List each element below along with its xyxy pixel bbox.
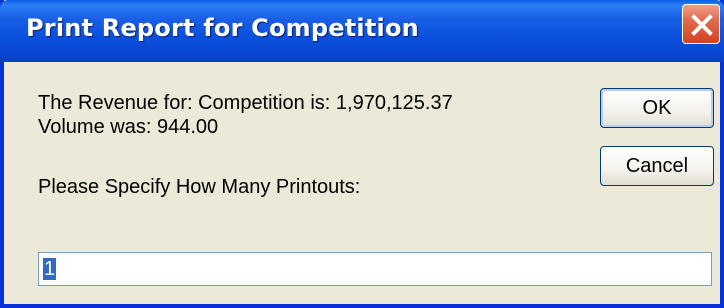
print-report-dialog: Print Report for Competition The Revenue… — [0, 0, 724, 308]
revenue-text: The Revenue for: Competition is: 1,970,1… — [38, 92, 453, 114]
volume-text: Volume was: 944.00 — [38, 116, 219, 138]
title-bar[interactable]: Print Report for Competition — [0, 0, 724, 62]
close-button[interactable] — [682, 4, 720, 44]
close-icon — [691, 14, 713, 36]
printouts-count-input[interactable]: 1 — [38, 252, 712, 286]
printouts-prompt: Please Specify How Many Printouts: — [38, 176, 361, 198]
printouts-count-value: 1 — [43, 258, 57, 280]
ok-button[interactable]: OK — [600, 88, 714, 128]
cancel-button[interactable]: Cancel — [600, 146, 714, 186]
window-title: Print Report for Competition — [26, 14, 419, 42]
